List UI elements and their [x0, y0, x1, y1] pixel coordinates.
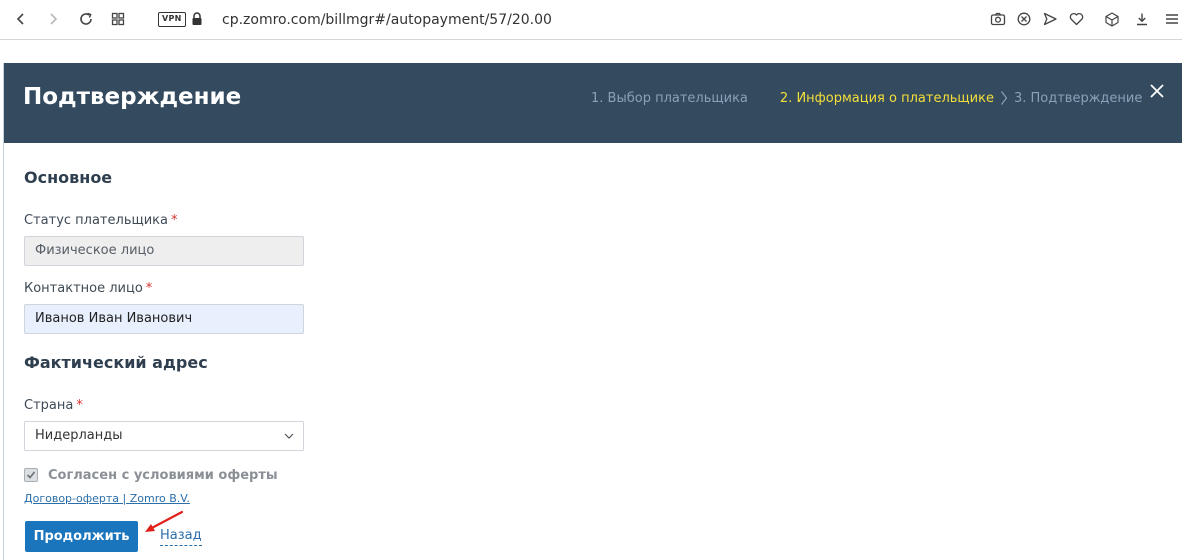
- camera-icon[interactable]: [988, 9, 1008, 29]
- step-confirmation: 3. Подтверждение: [1013, 90, 1143, 106]
- dialog-header: Подтверждение 1. Выбор плательщика 2. Ин…: [4, 63, 1182, 143]
- section-address-title: Фактический адрес: [24, 353, 208, 372]
- close-icon: [1150, 84, 1164, 98]
- reload-icon[interactable]: [76, 9, 96, 29]
- country-select-value: Нидерланды: [35, 428, 123, 443]
- agree-terms-label[interactable]: Согласен с условиями оферты: [48, 468, 278, 483]
- required-mark: *: [76, 398, 83, 413]
- forward-icon[interactable]: [43, 9, 63, 29]
- contact-person-label: Контактное лицо *: [24, 281, 153, 296]
- vpn-badge[interactable]: VPN: [158, 12, 186, 27]
- required-mark: *: [145, 281, 153, 296]
- heart-icon[interactable]: [1066, 9, 1086, 29]
- close-button[interactable]: [1147, 81, 1167, 101]
- country-select[interactable]: Нидерланды: [24, 421, 304, 451]
- dialog-title: Подтверждение: [23, 84, 242, 110]
- continue-button[interactable]: Продолжить: [25, 521, 138, 552]
- send-icon[interactable]: [1040, 9, 1060, 29]
- payer-status-label: Статус плательщика *: [24, 213, 178, 228]
- country-label: Страна *: [24, 398, 83, 413]
- menu-icon[interactable]: [1162, 9, 1182, 29]
- required-mark: *: [171, 213, 178, 228]
- agree-terms-row: Согласен с условиями оферты: [24, 466, 278, 484]
- browser-toolbar: VPN cp.zomro.com/billmgr#/autopayment/57…: [0, 0, 1182, 40]
- back-link[interactable]: Назад: [160, 527, 202, 546]
- chevron-down-icon: [284, 433, 294, 439]
- tabs-grid-icon[interactable]: [108, 9, 128, 29]
- contact-person-input[interactable]: Иванов Иван Иванович: [24, 304, 304, 334]
- offer-agreement-link[interactable]: Договор-оферта | Zomro B.V.: [24, 491, 190, 507]
- confirmation-dialog: Подтверждение 1. Выбор плательщика 2. Ин…: [3, 63, 1182, 560]
- payer-status-field[interactable]: Физическое лицо: [24, 236, 304, 266]
- step-select-payer[interactable]: 1. Выбор плательщика: [591, 91, 748, 106]
- checkmark-icon: [26, 471, 36, 479]
- adblock-icon[interactable]: [1014, 9, 1034, 29]
- wizard-steps: 1. Выбор плательщика 2. Информация о пла…: [591, 88, 1142, 108]
- step-payer-info[interactable]: 2. Информация о плательщике: [780, 91, 994, 106]
- chevron-right-icon: [994, 90, 1014, 106]
- back-icon[interactable]: [11, 9, 31, 29]
- cube-icon[interactable]: [1102, 9, 1122, 29]
- section-main-title: Основное: [24, 168, 113, 187]
- agree-terms-checkbox[interactable]: [24, 468, 38, 482]
- address-bar[interactable]: cp.zomro.com/billmgr#/autopayment/57/20.…: [222, 10, 552, 30]
- download-icon[interactable]: [1132, 9, 1152, 29]
- lock-icon[interactable]: [187, 9, 207, 29]
